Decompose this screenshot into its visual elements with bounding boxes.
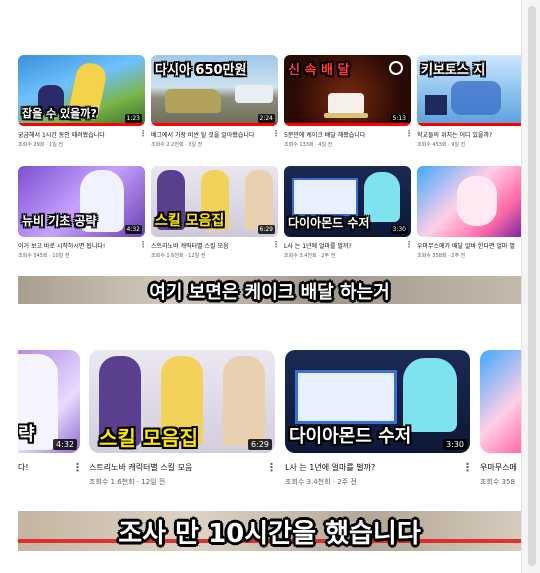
video-thumbnail[interactable]: 키보토스 지 <box>417 55 521 126</box>
video-title[interactable]: 스트리노바 캐릭터별 스킬 모음 <box>151 241 269 250</box>
video-card-large-1[interactable]: 략 4:32 다! <box>18 350 80 490</box>
video-meta: 조회수 2.2천회 · 3일 전 <box>151 142 203 148</box>
more-vert-icon[interactable]: ⋮ <box>72 462 83 473</box>
video-card-6[interactable]: 스킬 모음집 6:29 스트리노바 캐릭터별 스킬 모음 조회수 1.6천회 ·… <box>151 166 278 261</box>
thumbnail-caption: 스킬 모음집 <box>155 213 225 229</box>
video-card-large-4[interactable]: 우마무스메 조회수 358 <box>480 350 521 490</box>
duration-badge: 1:23 <box>124 114 142 123</box>
subtitle-banner: 여기 보면은 케이크 배달 하는거 <box>18 276 521 304</box>
video-card-3[interactable]: 신 속 배 달 5:13 5분만에 케이크 배달 해봤습니다 조회수 133회 … <box>284 55 411 150</box>
more-vert-icon[interactable]: ⋮ <box>462 462 473 473</box>
video-card-large-2[interactable]: 스킬 모음집 6:29 스트리노바 캐릭터별 스킬 모음 조회수 1.6천회 ·… <box>89 350 275 490</box>
duration-badge: 6:29 <box>248 439 272 450</box>
video-thumbnail[interactable] <box>480 350 521 453</box>
video-card-large-3[interactable]: 다이아몬드 수저 3:30 L사 는 1년에 얼마를 벌까? 조회수 3.4천회… <box>285 350 470 490</box>
more-vert-icon[interactable]: ⋮ <box>272 130 280 138</box>
video-meta: 조회수 453회 · 9일 전 <box>417 142 466 148</box>
video-thumbnail[interactable]: 뉴비 기초 공략 4:32 <box>18 166 145 237</box>
video-meta: 조회수 345회 · 10일 전 <box>18 253 70 259</box>
clock-icon <box>389 61 403 75</box>
video-meta: 조회수 1.6천회 · 12일 전 <box>151 253 206 259</box>
watch-progress-bar <box>417 123 521 126</box>
scrollbar[interactable] <box>521 0 540 573</box>
thumbnail-caption: 스킬 모음집 <box>99 426 198 450</box>
video-meta: 조회수 133회 · 4일 전 <box>284 142 333 148</box>
video-title[interactable]: L사 는 1년에 얼마를 벌까? <box>284 241 402 250</box>
video-meta: 조회수 29회 · 1일 전 <box>18 142 64 148</box>
video-meta: 조회수 1.6천회 · 12일 전 <box>89 478 166 486</box>
video-title[interactable]: L사 는 1년에 얼마를 벌까? <box>285 462 375 473</box>
video-meta: 조회수 358회 · 2주 전 <box>417 253 466 259</box>
video-title[interactable]: 우마무스메 <box>480 462 521 473</box>
video-card-5[interactable]: 뉴비 기초 공략 4:32 이거 보고 바로 시작하시면 됩니다! 조회수 34… <box>18 166 145 261</box>
video-thumbnail[interactable]: 략 4:32 <box>18 350 80 453</box>
more-vert-icon[interactable]: ⋮ <box>405 241 413 249</box>
thumbnail-caption: 잡을 수 있을까? <box>22 107 97 120</box>
subtitle-text: 여기 보면은 케이크 배달 하는거 <box>149 282 390 303</box>
watch-progress-bar <box>284 123 411 126</box>
more-vert-icon[interactable]: ⋮ <box>272 241 280 249</box>
thumbnail-caption: 다시아 650만원 <box>155 63 247 78</box>
duration-badge: 2:24 <box>257 114 275 123</box>
watch-progress-bar <box>151 123 278 126</box>
video-title[interactable]: 다! <box>18 462 29 473</box>
video-card-7[interactable]: 다이아몬드 수저 3:30 L사 는 1년에 얼마를 벌까? 조회수 3.4천회… <box>284 166 411 261</box>
video-meta: 조회수 3.4천회 · 2주 전 <box>284 253 336 259</box>
video-title[interactable]: 배그에서 가장 비싼 탈 것을 알아봤습니다 <box>151 130 269 139</box>
thumbnail-caption: 략 <box>18 424 35 445</box>
video-meta: 조회수 358 <box>480 478 515 486</box>
video-title[interactable]: 5분만에 케이크 배달 해봤습니다 <box>284 130 402 139</box>
subtitle-text: 조사 만 10시간을 했습니다 <box>118 519 421 549</box>
subtitle-banner: 조사 만 10시간을 했습니다 <box>18 511 521 551</box>
video-thumbnail[interactable] <box>417 166 521 237</box>
video-title[interactable]: 학교들의 위치는 어디 있을까? <box>417 130 515 139</box>
scrollbar-thumb[interactable] <box>528 6 536 566</box>
duration-badge: 6:29 <box>257 225 275 234</box>
video-thumbnail[interactable]: 스킬 모음집 6:29 <box>89 350 275 453</box>
more-vert-icon[interactable]: ⋮ <box>139 130 147 138</box>
more-vert-icon[interactable]: ⋮ <box>266 462 277 473</box>
video-thumbnail[interactable]: 다이아몬드 수저 3:30 <box>284 166 411 237</box>
thumbnail-caption: 다이아몬드 수저 <box>289 426 412 447</box>
duration-badge: 4:32 <box>53 439 77 450</box>
more-vert-icon[interactable]: ⋮ <box>139 241 147 249</box>
video-thumbnail[interactable]: 다이아몬드 수저 3:30 <box>285 350 470 453</box>
video-title[interactable]: 이거 보고 바로 시작하시면 됩니다! <box>18 241 136 250</box>
video-thumbnail[interactable]: 다시아 650만원 2:24 <box>151 55 278 126</box>
video-thumbnail[interactable]: 신 속 배 달 5:13 <box>284 55 411 126</box>
video-meta: 조회수 3.4천회 · 2주 전 <box>285 478 357 486</box>
thumbnail-caption: 신 속 배 달 <box>288 63 350 78</box>
thumbnail-caption: 뉴비 기초 공략 <box>22 214 97 228</box>
video-thumbnail[interactable]: 스킬 모음집 6:29 <box>151 166 278 237</box>
video-card-2[interactable]: 다시아 650만원 2:24 배그에서 가장 비싼 탈 것을 알아봤습니다 조회… <box>151 55 278 150</box>
video-card-1[interactable]: 잡을 수 있을까? 1:23 궁금해서 1시간 동안 때려봤습니다 조회수 29… <box>18 55 145 150</box>
video-title[interactable]: 우마무스메가 배달 알바 한다면 얼마 벌 <box>417 241 517 250</box>
duration-badge: 5:13 <box>390 114 408 123</box>
video-card-8[interactable]: 우마무스메가 배달 알바 한다면 얼마 벌 조회수 358회 · 2주 전 <box>417 166 521 261</box>
video-title[interactable]: 스트리노바 캐릭터별 스킬 모음 <box>89 462 192 473</box>
watch-progress-bar <box>18 123 145 126</box>
thumbnail-caption: 다이아몬드 수저 <box>288 216 370 230</box>
more-vert-icon[interactable]: ⋮ <box>405 130 413 138</box>
duration-badge: 4:32 <box>124 225 142 234</box>
duration-badge: 3:30 <box>443 439 467 450</box>
video-thumbnail[interactable]: 잡을 수 있을까? 1:23 <box>18 55 145 126</box>
video-card-4[interactable]: 키보토스 지 학교들의 위치는 어디 있을까? 조회수 453회 · 9일 전 <box>417 55 521 150</box>
duration-badge: 3:30 <box>390 225 408 234</box>
thumbnail-caption: 키보토스 지 <box>421 63 486 78</box>
video-title[interactable]: 궁금해서 1시간 동안 때려봤습니다 <box>18 130 136 139</box>
